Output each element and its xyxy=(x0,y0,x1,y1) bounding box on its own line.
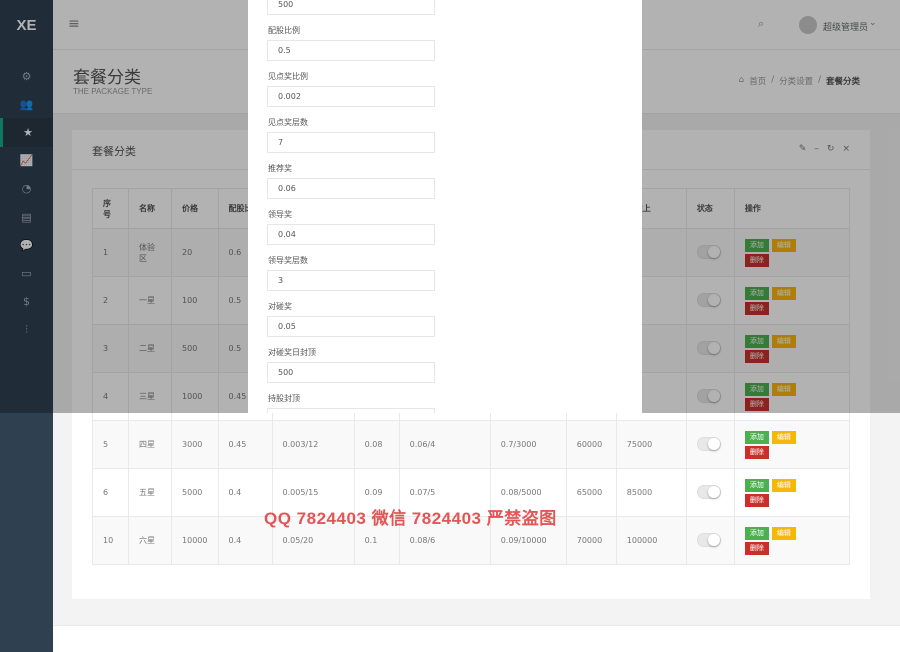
status-toggle[interactable] xyxy=(696,436,721,451)
field-label: 配股比例 xyxy=(268,26,300,35)
table-row: 5 四星 3000 0.45 0.003/12 0.08 0.06/4 0.7/3000 600… xyxy=(91,420,851,469)
table-cell: 五星 xyxy=(128,468,173,517)
add-button[interactable]: 添加 xyxy=(744,478,769,492)
field-input[interactable] xyxy=(267,408,435,413)
table-cell: 60000 xyxy=(565,420,617,469)
add-button[interactable]: 添加 xyxy=(744,430,769,444)
table-cell: 10 xyxy=(91,516,130,565)
field-label: 见点奖层数 xyxy=(268,118,308,127)
field-input[interactable]: 0.05 xyxy=(267,316,435,337)
field-input[interactable]: 3 xyxy=(267,270,435,291)
edit-button[interactable]: 编辑 xyxy=(771,526,796,540)
field-input[interactable]: 0.5 xyxy=(267,40,435,61)
table-cell: 0.003/12 xyxy=(271,420,355,469)
table-cell: 5 xyxy=(91,420,130,469)
add-button[interactable]: 添加 xyxy=(744,526,769,540)
table-cell: 75000 xyxy=(615,420,687,469)
delete-button[interactable]: 删除 xyxy=(744,541,769,555)
table-cell: 70000 xyxy=(565,516,617,565)
table-cell: 85000 xyxy=(615,468,687,517)
table-cell: 0.08 xyxy=(353,420,400,469)
toggle-knob xyxy=(707,533,720,546)
field-label: 对碰奖日封顶 xyxy=(268,348,316,357)
delete-button[interactable]: 删除 xyxy=(744,493,769,507)
field-label: 对碰奖 xyxy=(268,302,292,311)
table-cell: 6 xyxy=(91,468,130,517)
field-input[interactable]: 0.06 xyxy=(267,178,435,199)
field-label: 见点奖比例 xyxy=(268,72,308,81)
edit-package-modal: 500 配股比例 0.5 见点奖比例 0.002 见点奖层数 7 推荐奖 0.06 领导奖 0.0… xyxy=(248,0,642,413)
table-cell: 0.45 xyxy=(217,420,273,469)
status-cell xyxy=(685,516,735,565)
field-input[interactable]: 0.002 xyxy=(267,86,435,107)
status-cell xyxy=(685,468,735,517)
page-footer xyxy=(53,625,900,652)
edit-button[interactable]: 编辑 xyxy=(771,478,796,492)
table-cell: 5000 xyxy=(171,468,219,517)
edit-button[interactable]: 编辑 xyxy=(771,430,796,444)
status-toggle[interactable] xyxy=(696,484,721,499)
actions-cell: 添加 编辑 删除 xyxy=(733,468,851,517)
toggle-knob xyxy=(707,437,720,450)
field-label: 领导奖层数 xyxy=(268,256,308,265)
table-cell: 65000 xyxy=(565,468,617,517)
toggle-knob xyxy=(707,485,720,498)
table-cell: 四星 xyxy=(128,420,173,469)
table-cell: 3000 xyxy=(171,420,219,469)
field-input[interactable]: 0.04 xyxy=(267,224,435,245)
table-cell: 10000 xyxy=(171,516,219,565)
actions-cell: 添加 编辑 删除 xyxy=(733,420,851,469)
status-cell xyxy=(685,420,735,469)
field-label: 持股封顶 xyxy=(268,394,300,403)
table-cell: 100000 xyxy=(615,516,687,565)
field-input[interactable]: 7 xyxy=(267,132,435,153)
table-cell: 六星 xyxy=(128,516,173,565)
status-toggle[interactable] xyxy=(696,532,721,547)
modal-top-input[interactable]: 500 xyxy=(267,0,435,15)
field-input[interactable]: 500 xyxy=(267,362,435,383)
table-cell: 0.7/3000 xyxy=(489,420,567,469)
actions-cell: 添加 编辑 删除 xyxy=(733,516,851,565)
field-label: 领导奖 xyxy=(268,210,292,219)
watermark: QQ 7824403 微信 7824403 严禁盗图 xyxy=(264,509,557,528)
field-label: 推荐奖 xyxy=(268,164,292,173)
delete-button[interactable]: 删除 xyxy=(744,445,769,459)
table-cell: 0.06/4 xyxy=(398,420,491,469)
